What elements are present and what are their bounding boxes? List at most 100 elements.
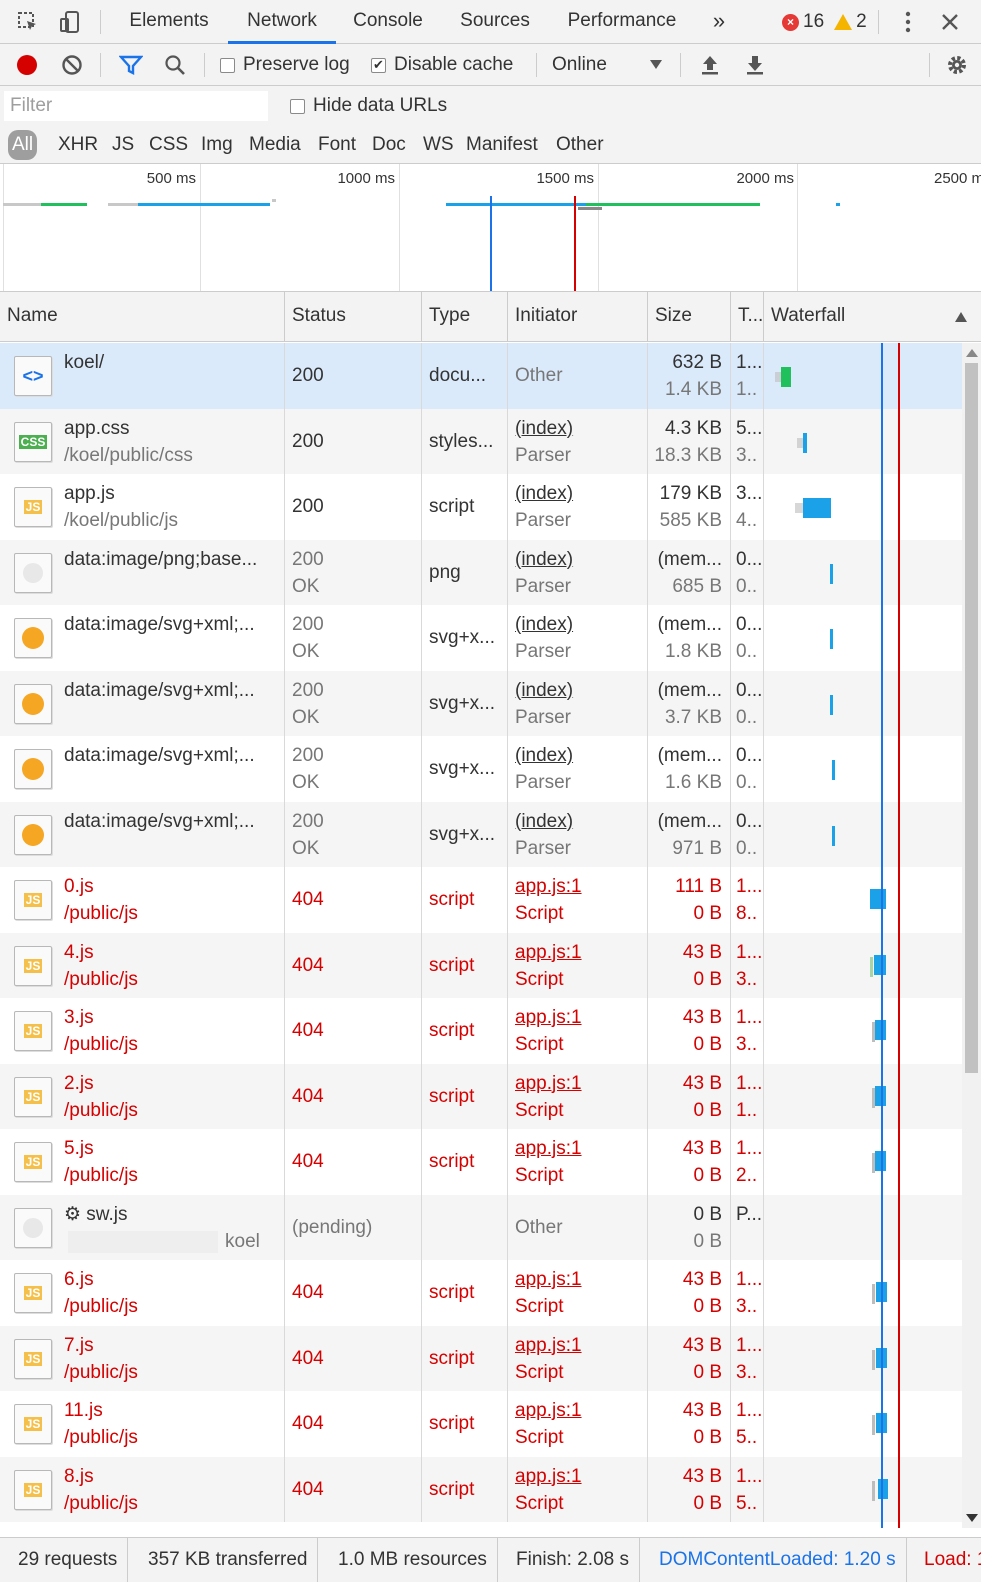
name-cell[interactable]: ⚙ sw.js koel bbox=[0, 1194, 285, 1260]
request-name[interactable]: 0.js bbox=[64, 873, 94, 900]
search-button[interactable] bbox=[164, 44, 186, 86]
network-settings-button[interactable] bbox=[945, 44, 969, 86]
tab-elements[interactable]: Elements bbox=[129, 0, 209, 44]
initiator-link[interactable]: app.js:1 bbox=[515, 1332, 582, 1359]
request-name[interactable]: 6.js bbox=[64, 1266, 94, 1293]
scroll-up-icon[interactable] bbox=[966, 349, 978, 357]
import-har-button[interactable] bbox=[700, 44, 720, 86]
hide-data-urls-checkbox-box[interactable] bbox=[290, 98, 305, 114]
table-row[interactable]: JS 3.js/public/js 404 script app.js:1 Script 4… bbox=[0, 998, 962, 1064]
timeline-overview[interactable]: 500 ms 1000 ms 1500 ms 2000 ms 2500 ms bbox=[0, 164, 981, 292]
name-cell[interactable]: <> koel/ bbox=[0, 343, 285, 409]
table-row[interactable]: JS 2.js/public/js 404 script app.js:1 Script 4… bbox=[0, 1063, 962, 1129]
name-cell[interactable]: data:image/svg+xml;... bbox=[0, 801, 285, 867]
table-row[interactable]: JS 0.js/public/js 404 script app.js:1 Script 1… bbox=[0, 867, 962, 933]
name-cell[interactable]: data:image/svg+xml;... bbox=[0, 736, 285, 802]
request-name[interactable]: data:image/png;base... bbox=[64, 546, 257, 573]
name-cell[interactable]: CSS app.css/koel/public/css bbox=[0, 408, 285, 474]
clear-button[interactable] bbox=[61, 44, 83, 86]
type-filter-img[interactable]: Img bbox=[197, 130, 237, 160]
initiator-link[interactable]: (index) bbox=[515, 546, 573, 573]
request-name[interactable]: app.js bbox=[64, 480, 115, 507]
throttling-select[interactable]: Online bbox=[552, 44, 662, 86]
name-cell[interactable]: JS 7.js/public/js bbox=[0, 1325, 285, 1391]
filter-toggle-button[interactable] bbox=[119, 44, 143, 86]
request-name[interactable]: 7.js bbox=[64, 1332, 94, 1359]
name-cell[interactable]: JS 0.js/public/js bbox=[0, 867, 285, 933]
vertical-scrollbar[interactable] bbox=[962, 343, 981, 1528]
request-name[interactable]: data:image/svg+xml;... bbox=[64, 742, 255, 769]
type-filter-xhr[interactable]: XHR bbox=[54, 130, 102, 160]
request-name[interactable]: 11.js bbox=[64, 1397, 103, 1424]
disable-cache-checkbox-box[interactable]: ✔ bbox=[371, 57, 386, 73]
type-filter-css[interactable]: CSS bbox=[145, 130, 192, 160]
type-filter-other[interactable]: Other bbox=[552, 130, 608, 160]
name-cell[interactable]: JS 4.js/public/js bbox=[0, 932, 285, 998]
disable-cache-checkbox[interactable]: ✔ Disable cache bbox=[371, 44, 513, 86]
scroll-down-icon[interactable] bbox=[966, 1514, 978, 1522]
device-toolbar-icon[interactable] bbox=[56, 8, 84, 36]
request-name[interactable]: 4.js bbox=[64, 939, 94, 966]
name-cell[interactable]: JS 11.js/public/js bbox=[0, 1391, 285, 1457]
request-name[interactable]: koel/ bbox=[64, 349, 104, 376]
initiator-link[interactable]: (index) bbox=[515, 415, 573, 442]
initiator-link[interactable]: (index) bbox=[515, 480, 573, 507]
tab-sources[interactable]: Sources bbox=[460, 0, 530, 44]
type-filter-manifest[interactable]: Manifest bbox=[462, 130, 542, 160]
inspect-element-icon[interactable] bbox=[14, 8, 42, 36]
type-filter-font[interactable]: Font bbox=[314, 130, 360, 160]
table-row[interactable]: JS 4.js/public/js 404 script app.js:1 Script 4… bbox=[0, 932, 962, 998]
request-name[interactable]: data:image/svg+xml;... bbox=[64, 808, 255, 835]
tab-console[interactable]: Console bbox=[353, 0, 423, 44]
export-har-button[interactable] bbox=[745, 44, 765, 86]
table-row[interactable]: JS 7.js/public/js 404 script app.js:1 Script 4… bbox=[0, 1325, 962, 1391]
more-tabs-button[interactable]: » bbox=[708, 0, 730, 44]
request-name[interactable]: data:image/svg+xml;... bbox=[64, 611, 255, 638]
initiator-link[interactable]: app.js:1 bbox=[515, 1135, 582, 1162]
table-row[interactable]: JS app.js/koel/public/js 200 script (index) P… bbox=[0, 474, 962, 540]
scrollbar-thumb[interactable] bbox=[965, 363, 978, 1073]
table-row[interactable]: data:image/svg+xml;... 200 OK svg+x... (inde… bbox=[0, 736, 962, 802]
initiator-link[interactable]: (index) bbox=[515, 808, 573, 835]
request-name[interactable]: ⚙ sw.js bbox=[64, 1201, 128, 1228]
initiator-link[interactable]: (index) bbox=[515, 611, 573, 638]
initiator-link[interactable]: app.js:1 bbox=[515, 1463, 582, 1490]
table-row[interactable]: data:image/png;base... 200 OK png (index) Par… bbox=[0, 539, 962, 605]
close-icon[interactable] bbox=[936, 8, 964, 36]
table-row[interactable]: JS 6.js/public/js 404 script app.js:1 Script 4… bbox=[0, 1260, 962, 1326]
column-header-time[interactable]: T... bbox=[731, 292, 764, 342]
initiator-link[interactable]: app.js:1 bbox=[515, 1397, 582, 1424]
tab-performance[interactable]: Performance bbox=[566, 0, 678, 44]
request-name[interactable]: 3.js bbox=[64, 1004, 94, 1031]
name-cell[interactable]: JS app.js/koel/public/js bbox=[0, 474, 285, 540]
request-name[interactable]: 8.js bbox=[64, 1463, 94, 1490]
type-filter-doc[interactable]: Doc bbox=[368, 130, 410, 160]
request-name[interactable]: 2.js bbox=[64, 1070, 94, 1097]
name-cell[interactable]: data:image/png;base... bbox=[0, 539, 285, 605]
type-filter-media[interactable]: Media bbox=[245, 130, 305, 160]
table-row[interactable]: data:image/svg+xml;... 200 OK svg+x... (inde… bbox=[0, 670, 962, 736]
column-header-type[interactable]: Type bbox=[422, 292, 508, 342]
name-cell[interactable]: JS 5.js/public/js bbox=[0, 1129, 285, 1195]
name-cell[interactable]: JS 3.js/public/js bbox=[0, 998, 285, 1064]
hide-data-urls-checkbox[interactable]: Hide data URLs bbox=[290, 86, 447, 126]
issue-counts[interactable]: × 16 2 bbox=[782, 0, 867, 44]
table-row[interactable]: <> koel/200 docu... Other 632 B 1.4 KB 1... 1.. bbox=[0, 343, 962, 409]
record-button[interactable] bbox=[17, 44, 37, 86]
preserve-log-checkbox[interactable]: Preserve log bbox=[220, 44, 350, 86]
filter-input[interactable] bbox=[4, 91, 268, 121]
tab-network[interactable]: Network bbox=[228, 0, 336, 44]
initiator-link[interactable]: app.js:1 bbox=[515, 939, 582, 966]
column-header-initiator[interactable]: Initiator bbox=[508, 292, 648, 342]
name-cell[interactable]: JS 2.js/public/js bbox=[0, 1063, 285, 1129]
table-row[interactable]: data:image/svg+xml;... 200 OK svg+x... (inde… bbox=[0, 801, 962, 867]
initiator-link[interactable]: app.js:1 bbox=[515, 873, 582, 900]
table-row[interactable]: CSS app.css/koel/public/css 200 styles... (i… bbox=[0, 408, 962, 474]
table-row[interactable]: ⚙ sw.js koel (pending) Other 0 B0 B P... bbox=[0, 1194, 962, 1260]
name-cell[interactable]: data:image/svg+xml;... bbox=[0, 605, 285, 671]
request-name[interactable]: app.css bbox=[64, 415, 129, 442]
column-header-waterfall[interactable]: Waterfall bbox=[764, 292, 981, 342]
column-header-name[interactable]: Name bbox=[0, 292, 285, 342]
name-cell[interactable]: data:image/svg+xml;... bbox=[0, 670, 285, 736]
initiator-link[interactable]: app.js:1 bbox=[515, 1004, 582, 1031]
